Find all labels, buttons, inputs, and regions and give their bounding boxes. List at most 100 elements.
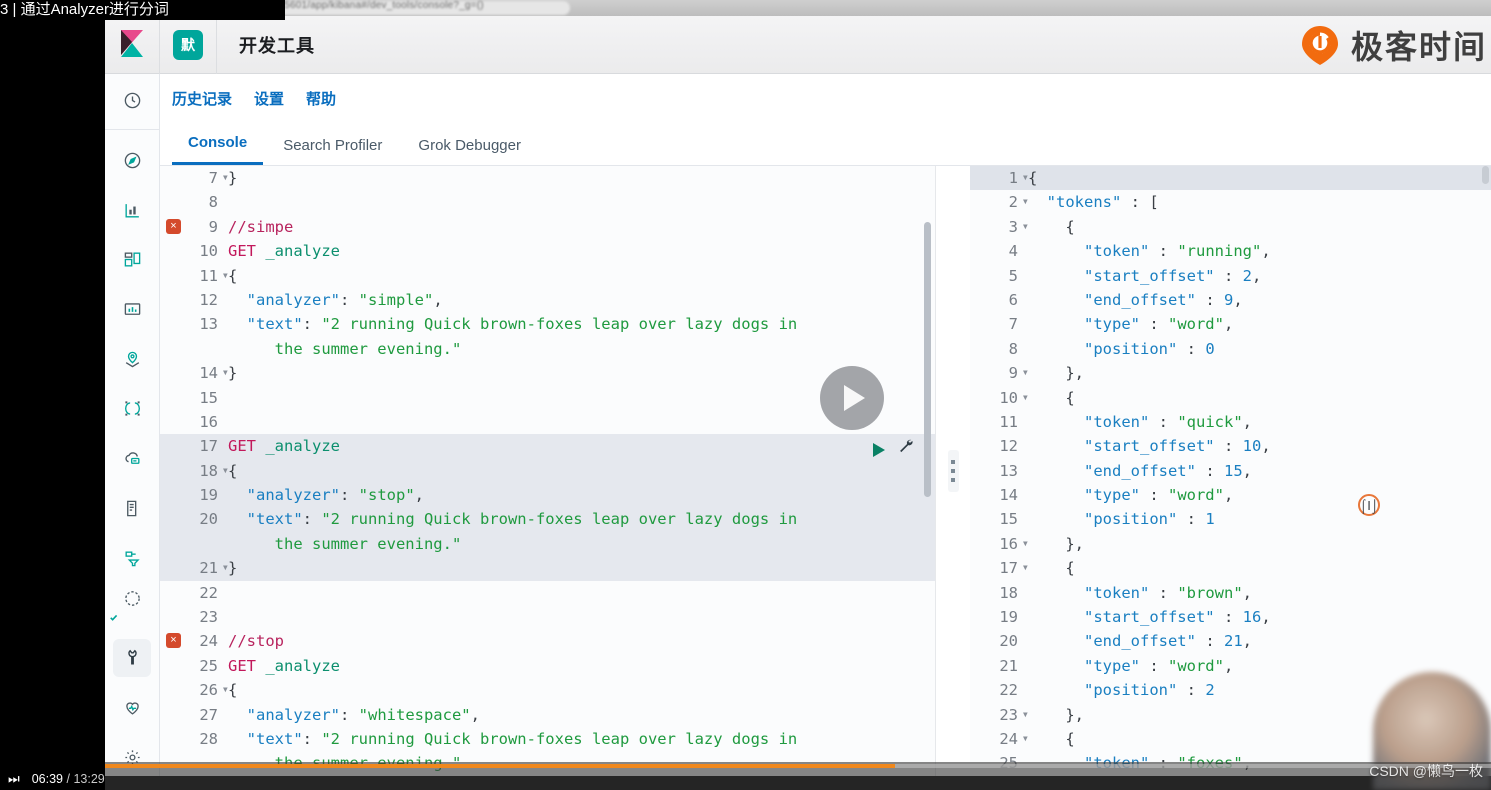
code-line[interactable]: 3 ▾ { xyxy=(970,215,1491,239)
skip-next-icon[interactable]: ⏭ xyxy=(8,771,20,787)
code-line[interactable]: 17 GET _analyze xyxy=(160,434,935,459)
line-number: 7 xyxy=(1008,315,1018,334)
code-line[interactable]: 18 "token" : "brown", xyxy=(970,581,1491,605)
code-line[interactable]: 20 "end_offset" : 21, xyxy=(970,629,1491,653)
response-viewer-scrollbar[interactable] xyxy=(1482,166,1489,184)
pane-splitter[interactable] xyxy=(936,166,970,776)
request-editor-code[interactable]: 7 ▾} 8 9 ×//simpe 10 GET _analyze 11 ▾{12 "analy… xyxy=(160,166,935,776)
browser-url-bar[interactable]: localhost:5601/app/kibana#/dev_tools/con… xyxy=(190,0,1491,16)
sidebar-item-dev-tools[interactable] xyxy=(113,638,151,677)
sidebar-item-uptime[interactable] xyxy=(109,589,151,627)
sidebar-item-canvas[interactable] xyxy=(113,291,151,329)
fold-toggle-icon[interactable]: ▾ xyxy=(1022,702,1029,726)
space-switcher-button[interactable]: 默 xyxy=(160,16,217,74)
code-text: "text": "2 running Quick brown-foxes lea… xyxy=(228,510,798,529)
fold-toggle-icon[interactable]: ▾ xyxy=(1022,385,1029,409)
code-line[interactable]: 12 "analyzer": "simple", xyxy=(160,288,935,312)
fold-toggle-icon[interactable]: ▾ xyxy=(222,360,229,384)
fold-toggle-icon[interactable]: ▾ xyxy=(1022,360,1029,384)
kibana-home-button[interactable] xyxy=(105,16,160,74)
drag-handle-icon[interactable] xyxy=(947,450,959,492)
code-line[interactable]: 16 xyxy=(160,410,935,434)
sidebar-item-logs[interactable] xyxy=(113,489,151,527)
code-line[interactable]: 11 ▾{ xyxy=(160,263,935,288)
code-line[interactable]: 24 × //stop xyxy=(160,629,935,653)
line-number: 27 xyxy=(199,705,218,724)
code-line[interactable]: 21 ▾} xyxy=(160,555,935,581)
code-line[interactable]: 13 "text": "2 running Quick brown-foxes … xyxy=(160,312,935,336)
video-total-time: 13:29 xyxy=(73,772,105,786)
error-marker-icon[interactable]: × xyxy=(166,633,181,649)
code-line[interactable]: 25 GET _analyze xyxy=(160,654,935,678)
code-line[interactable]: 15 "position" : 1 xyxy=(970,507,1491,531)
fold-toggle-icon[interactable]: ▾ xyxy=(222,458,229,482)
fold-toggle-icon[interactable]: ▾ xyxy=(222,166,229,189)
code-line[interactable]: 9 ▾ }, xyxy=(970,361,1491,385)
code-line[interactable]: 4 "token" : "running", xyxy=(970,239,1491,263)
fold-toggle-icon[interactable]: ▾ xyxy=(1022,214,1029,238)
sidebar-item-dashboard[interactable] xyxy=(113,241,151,279)
fold-toggle-icon[interactable]: ▾ xyxy=(222,677,229,701)
code-line[interactable]: the summer evening." xyxy=(160,337,935,361)
code-line[interactable]: 7 "type" : "word", xyxy=(970,312,1491,336)
history-link[interactable]: 历史记录 xyxy=(172,88,232,109)
code-line[interactable]: 8 "position" : 0 xyxy=(970,337,1491,361)
help-link[interactable]: 帮助 xyxy=(306,88,336,109)
code-line[interactable]: 13 "end_offset" : 15, xyxy=(970,459,1491,483)
console-nav-links: 历史记录 设置 帮助 xyxy=(160,74,1491,122)
settings-link[interactable]: 设置 xyxy=(254,88,284,109)
sidebar-item-discover[interactable] xyxy=(113,142,151,180)
tab-console[interactable]: Console xyxy=(172,134,264,165)
code-line[interactable]: 22 xyxy=(160,581,935,605)
code-line[interactable]: 9 × //simpe xyxy=(160,215,935,239)
request-editor-scrollbar[interactable] xyxy=(924,222,931,497)
fold-toggle-icon[interactable]: ▾ xyxy=(1022,555,1029,579)
sidebar-item-maps[interactable] xyxy=(113,340,151,378)
code-line[interactable]: 16 ▾ }, xyxy=(970,532,1491,556)
code-line[interactable]: 20 "text": "2 running Quick brown-foxes … xyxy=(160,507,935,532)
code-line[interactable]: 19 "analyzer": "stop", xyxy=(160,483,935,508)
sidebar-item-monitoring[interactable] xyxy=(113,689,151,727)
code-line[interactable]: 26 ▾{ xyxy=(160,677,935,702)
fold-toggle-icon[interactable]: ▾ xyxy=(222,263,229,287)
fold-toggle-icon[interactable]: ▾ xyxy=(1022,189,1029,213)
play-icon[interactable] xyxy=(873,442,885,457)
code-line[interactable]: 7 ▾} xyxy=(160,166,935,190)
fold-toggle-icon[interactable]: ▾ xyxy=(1022,531,1029,555)
code-line[interactable]: 28 "text": "2 running Quick brown-foxes … xyxy=(160,727,935,751)
code-line[interactable]: the summer evening." xyxy=(160,531,935,557)
code-line[interactable]: 10 GET _analyze xyxy=(160,239,935,263)
fold-toggle-icon[interactable]: ▾ xyxy=(1022,166,1029,189)
sidebar-item-recently-viewed[interactable] xyxy=(113,82,151,120)
code-line[interactable]: 2 ▾ "tokens" : [ xyxy=(970,190,1491,214)
code-line[interactable]: 10 ▾ { xyxy=(970,386,1491,410)
infra-cloud-icon xyxy=(123,449,142,468)
tab-grok-debugger[interactable]: Grok Debugger xyxy=(402,137,537,165)
code-line[interactable]: 6 "end_offset" : 9, xyxy=(970,288,1491,312)
code-text: "analyzer": "simple", xyxy=(228,290,443,309)
code-line[interactable]: 12 "start_offset" : 10, xyxy=(970,434,1491,458)
error-marker-icon[interactable]: × xyxy=(166,218,181,234)
request-editor[interactable]: 7 ▾} 8 9 ×//simpe 10 GET _analyze 11 ▾{12 "analy… xyxy=(160,166,936,776)
code-line[interactable]: 11 "token" : "quick", xyxy=(970,410,1491,434)
sidebar-item-visualize[interactable] xyxy=(113,191,151,229)
code-line[interactable]: 5 "start_offset" : 2, xyxy=(970,264,1491,288)
code-line[interactable]: 19 "start_offset" : 16, xyxy=(970,605,1491,629)
code-line[interactable]: 17 ▾ { xyxy=(970,556,1491,580)
code-line[interactable]: 27 "analyzer": "whitespace", xyxy=(160,703,935,727)
code-line[interactable]: 14 ▾} xyxy=(160,360,935,385)
sidebar-item-machine-learning[interactable] xyxy=(113,390,151,428)
code-line[interactable]: 1 ▾{ xyxy=(970,166,1491,191)
code-line[interactable]: 23 xyxy=(160,605,935,629)
sidebar-item-infrastructure[interactable] xyxy=(113,440,151,478)
fold-toggle-icon[interactable]: ▾ xyxy=(222,555,229,579)
fold-toggle-icon[interactable]: ▾ xyxy=(1022,726,1029,750)
code-text: "position" : 1 xyxy=(1028,510,1215,529)
video-play-button[interactable] xyxy=(820,366,884,430)
code-line[interactable]: 14 "type" : "word", xyxy=(970,483,1491,507)
sidebar-item-apm[interactable] xyxy=(113,539,151,577)
code-line[interactable]: 18 ▾{ xyxy=(160,458,935,484)
tab-search-profiler[interactable]: Search Profiler xyxy=(267,137,398,165)
code-line[interactable]: 8 xyxy=(160,190,935,214)
dev-tools-tabs: Console Search Profiler Grok Debugger xyxy=(160,122,1491,166)
